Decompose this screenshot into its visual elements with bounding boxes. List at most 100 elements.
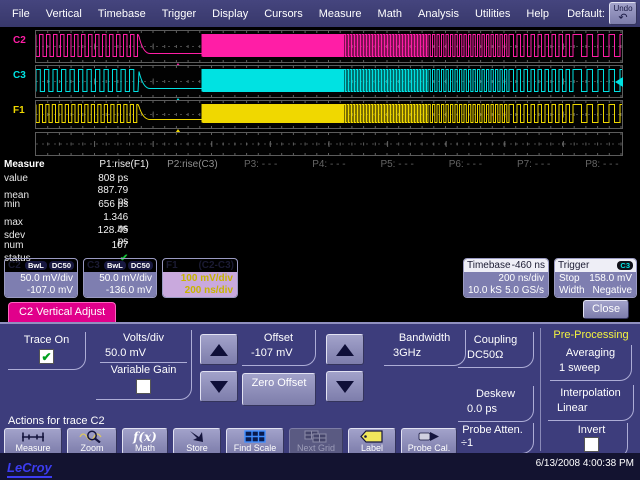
label-tag-icon [360, 430, 384, 443]
averaging-field[interactable]: 1 sweep [554, 361, 627, 377]
descriptor-f1[interactable]: F1 (C2-C3) 100 mV/div 200 ns/div [162, 258, 238, 298]
menu-item-timebase[interactable]: Timebase [90, 5, 154, 23]
grid-strip-c3[interactable] [35, 65, 623, 98]
trace-on-group: Trace On ✔ [8, 332, 86, 370]
trigger-type: Width [559, 285, 585, 297]
find-scale-icon [243, 430, 267, 443]
timebase-title: Timebase [467, 260, 511, 271]
menu-item-trigger[interactable]: Trigger [154, 5, 204, 23]
bandwidth-field[interactable]: 3GHz [388, 346, 461, 362]
find-scale-button[interactable]: Find Scale [226, 428, 284, 455]
close-button[interactable]: Close [583, 300, 629, 319]
probe-atten-label: Probe Atten. [456, 424, 529, 437]
grid-strip-f1[interactable] [35, 100, 623, 129]
c2-vertical-adjust-dialog: Trace On ✔ Volts/div 50.0 mV Variable Ga… [0, 322, 640, 453]
actions-for-trace-label: Actions for trace C2 [8, 415, 105, 427]
measure-icon [20, 430, 46, 443]
offset-up-button[interactable] [326, 334, 364, 365]
timebase-rate: 5.0 GS/s [505, 285, 544, 297]
c2-offset: -107.0 mV [9, 285, 73, 297]
measure-button[interactable]: Measure [4, 428, 62, 455]
descriptor-c2-id: C2 [8, 260, 21, 271]
menu-item-cursors[interactable]: Cursors [256, 5, 311, 23]
grid-strip-c2[interactable] [35, 30, 623, 63]
label-button[interactable]: Label [348, 428, 396, 455]
f1-source: (C2-C3) [198, 260, 234, 271]
grid-strip-empty[interactable] [35, 132, 623, 156]
measure-table: MeasureP1:rise(F1)P2:rise(C3)P3: - - -P4… [4, 158, 636, 265]
offset-label: Offset [246, 331, 311, 346]
measure-column-p2[interactable]: P2:rise(C3) [158, 159, 226, 170]
menu-item-math[interactable]: Math [370, 5, 410, 23]
undo-button[interactable]: Undo ↶ [609, 2, 637, 25]
down-arrow-icon [210, 381, 228, 393]
probe-cal-button[interactable]: Probe Cal. [401, 428, 457, 455]
descriptor-trigger[interactable]: Trigger C3 Stop 158.0 mV Width Negative [554, 258, 637, 298]
math-button[interactable]: f(x) Math [122, 428, 168, 455]
menu-item-vertical[interactable]: Vertical [38, 5, 90, 23]
menu-item-file[interactable]: File [4, 5, 38, 23]
menu-item-utilities[interactable]: Utilities [467, 5, 518, 23]
tab-c2-vertical-adjust[interactable]: C2 Vertical Adjust [8, 302, 116, 322]
offset-field[interactable]: -107 mV [246, 346, 311, 362]
menu-item-measure[interactable]: Measure [311, 5, 370, 23]
waveform-display[interactable]: C2 C3 F1 [0, 27, 640, 157]
invert-group: Invert [556, 423, 628, 457]
datetime: 6/13/2008 4:00:38 PM [536, 458, 634, 469]
measure-column-p8[interactable]: P8: - - - [568, 159, 636, 170]
store-button[interactable]: Store [173, 428, 221, 455]
timebase-samples: 10.0 kS [468, 285, 502, 297]
dc50-badge: DC50 [128, 261, 153, 270]
descriptor-c3[interactable]: C3 BwL DC50 50.0 mV/div -136.0 mV [83, 258, 157, 298]
down-arrow-icon [336, 381, 354, 393]
c2-volts-per-div: 50.0 mV/div [9, 273, 73, 285]
measure-row-num: num107 [4, 238, 636, 251]
trace-on-checkbox[interactable]: ✔ [39, 349, 54, 364]
measure-column-p5[interactable]: P5: - - - [363, 159, 431, 170]
timebase-offset: -460 ns [512, 260, 545, 271]
invert-checkbox[interactable] [584, 437, 599, 452]
channel-label-f1[interactable]: F1 [13, 105, 25, 116]
probe-atten-field[interactable]: ÷1 [456, 437, 529, 450]
zoom-button[interactable]: Zoom [67, 428, 117, 455]
timebase-header: Timebase -460 ns [464, 259, 548, 272]
deskew-group: Deskew 0.0 ps [458, 386, 534, 422]
offset-down-button[interactable] [326, 371, 364, 402]
interpolation-field[interactable]: Linear [552, 401, 629, 417]
variable-gain-checkbox[interactable] [136, 379, 151, 394]
descriptor-c2[interactable]: C2 BwL DC50 50.0 mV/div -107.0 mV [4, 258, 78, 298]
descriptor-f1-header: F1 (C2-C3) [163, 259, 237, 272]
measure-column-p6[interactable]: P6: - - - [431, 159, 499, 170]
measure-column-p1[interactable]: P1:rise(F1) [90, 159, 158, 170]
channel-label-c2[interactable]: C2 [13, 35, 26, 46]
next-grid-button[interactable]: Next Grid [289, 428, 343, 455]
menu-item-display[interactable]: Display [204, 5, 256, 23]
volts-div-spinner [200, 334, 238, 408]
measure-row-label: max [4, 217, 90, 228]
menu-item-analysis[interactable]: Analysis [410, 5, 467, 23]
volts-div-field[interactable]: 50.0 mV [100, 346, 187, 363]
menu-item-help[interactable]: Help [518, 5, 557, 23]
probe-icon [417, 430, 441, 443]
coupling-group: Coupling DC50Ω [458, 332, 534, 368]
up-arrow-icon [210, 344, 228, 356]
measure-column-p4[interactable]: P4: - - - [295, 159, 363, 170]
dialog-tab-bar: C2 Vertical Adjust Close [0, 299, 640, 322]
volts-div-down-button[interactable] [200, 371, 238, 402]
f1-volts-per-div: 100 mV/div [167, 273, 233, 285]
volts-div-up-button[interactable] [200, 334, 238, 365]
measure-column-p7[interactable]: P7: - - - [500, 159, 568, 170]
action-button-row: Measure Zoom f(x) Math Store [4, 428, 457, 455]
measure-row-label: num [4, 240, 90, 251]
measure-row-label: min [4, 199, 90, 210]
descriptor-timebase[interactable]: Timebase -460 ns 200 ns/div 10.0 kS 5.0 … [463, 258, 549, 298]
trigger-level-marker-c3[interactable] [615, 77, 623, 87]
measure-row-min: min656 ps [4, 198, 636, 211]
averaging-label: Averaging [554, 346, 627, 361]
zero-offset-button[interactable]: Zero Offset [242, 373, 316, 406]
coupling-field[interactable]: DC50Ω [462, 348, 529, 364]
measure-column-p3[interactable]: P3: - - - [227, 159, 295, 170]
channel-label-c3[interactable]: C3 [13, 70, 26, 81]
deskew-field[interactable]: 0.0 ps [462, 402, 529, 418]
measure-row-value: value808 ps [4, 171, 636, 184]
